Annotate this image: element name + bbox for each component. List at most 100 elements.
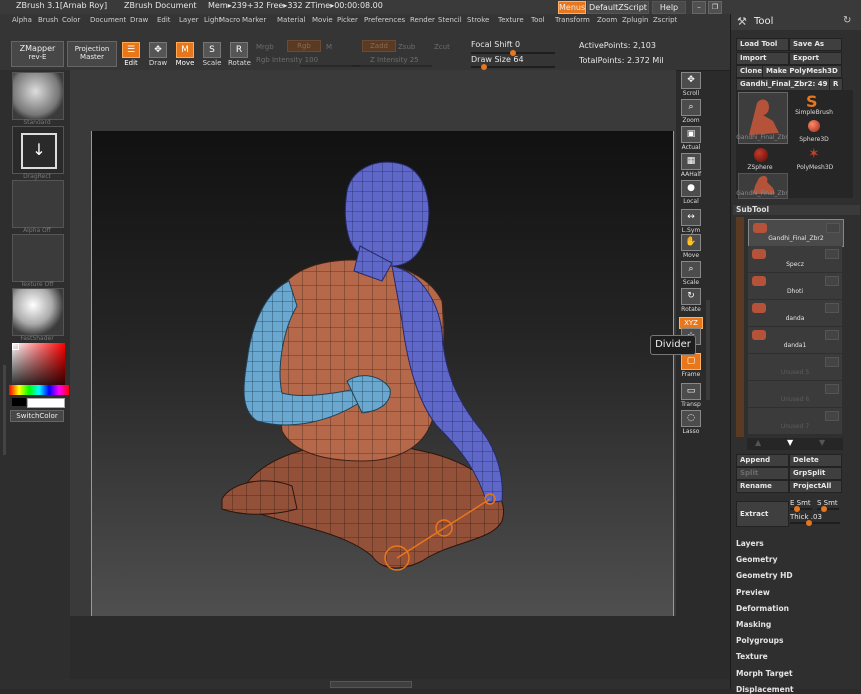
primary-color-swatch[interactable] (12, 398, 26, 406)
menu-color[interactable]: Color (62, 16, 80, 24)
polymesh3d-icon[interactable]: ✶ (808, 146, 820, 162)
scroll-button[interactable]: ✥ Scroll (679, 72, 703, 100)
zsub-toggle[interactable]: Zsub (398, 43, 415, 51)
alpha-thumbnail[interactable] (12, 180, 64, 228)
section-polygroups[interactable]: Polygroups (736, 636, 784, 645)
divider-handle[interactable] (706, 300, 710, 400)
subtool-row[interactable]: danda1 (748, 327, 842, 353)
xyz-button[interactable]: XYZ (679, 317, 703, 329)
thick-track[interactable] (790, 520, 840, 526)
subtool-row[interactable]: danda (748, 300, 842, 326)
s-smt-slider[interactable]: S Smt (817, 499, 838, 507)
menu-material[interactable]: Material (277, 16, 305, 24)
subtool-eye-icon[interactable] (825, 276, 839, 286)
menu-texture[interactable]: Texture (498, 16, 524, 24)
rotate-mode-button[interactable]: R Rotate (228, 42, 251, 68)
focal-shift-track[interactable] (471, 50, 555, 56)
section-morph-target[interactable]: Morph Target (736, 669, 793, 678)
subtool-eye-icon[interactable] (825, 411, 839, 421)
make-polymesh-button[interactable]: Make PolyMesh3D (762, 65, 842, 78)
projection-master-button[interactable]: Projection Master (67, 41, 117, 67)
section-geometry-hd[interactable]: Geometry HD (736, 571, 793, 580)
menu-stroke[interactable]: Stroke (467, 16, 489, 24)
zadd-toggle[interactable]: Zadd (362, 40, 396, 52)
subtool-eye-icon[interactable] (826, 223, 840, 233)
load-tool-button[interactable]: Load Tool (736, 38, 789, 51)
subtool-row[interactable]: Gandhi_Final_Zbr2 (748, 219, 844, 247)
grpsplit-button[interactable]: GrpSplit (789, 467, 842, 480)
scale-button[interactable]: ⌕ Scale (679, 261, 703, 289)
menu-transform[interactable]: Transform (555, 16, 590, 24)
section-geometry[interactable]: Geometry (736, 555, 777, 564)
default-zscript-button[interactable]: DefaultZScript (587, 1, 649, 14)
restore-icon[interactable]: ❐ (708, 1, 722, 14)
lasso-button[interactable]: ◌ Lasso (679, 410, 703, 438)
lsym-button[interactable]: ↔ L.Sym (679, 209, 703, 237)
menu-movie[interactable]: Movie (312, 16, 333, 24)
frame-button[interactable]: ▢ Frame (679, 353, 703, 381)
subtool-row[interactable]: Unused 6 (748, 381, 842, 407)
menu-alpha[interactable]: Alpha (12, 16, 32, 24)
projectall-button[interactable]: ProjectAll (789, 480, 842, 493)
subtool-eye-icon[interactable] (825, 384, 839, 394)
stroke-thumbnail[interactable]: ↓ (12, 126, 64, 174)
subtool-row[interactable]: Unused 5 (748, 354, 842, 380)
rename-button[interactable]: Rename (736, 480, 789, 493)
focal-shift-slider[interactable]: Focal Shift 0 (471, 40, 520, 49)
export-button[interactable]: Export (789, 52, 842, 65)
s-smt-knob[interactable] (821, 506, 827, 512)
subtool-up-icon[interactable]: ▲ (755, 438, 761, 447)
menu-preferences[interactable]: Preferences (364, 16, 405, 24)
draw-size-slider[interactable]: Draw Size 64 (471, 55, 524, 64)
menu-zplugin[interactable]: Zplugin (622, 16, 648, 24)
section-deformation[interactable]: Deformation (736, 604, 789, 613)
section-preview[interactable]: Preview (736, 588, 770, 597)
subtool-down-icon[interactable]: ▼ (787, 438, 793, 447)
menu-layer[interactable]: Layer (179, 16, 199, 24)
menu-draw[interactable]: Draw (130, 16, 148, 24)
color-picker[interactable] (9, 343, 69, 395)
z-intensity-slider[interactable]: Z Intensity 25 (370, 56, 419, 64)
draw-mode-button[interactable]: ✥ Draw (147, 42, 169, 68)
s-smt-track[interactable] (817, 506, 839, 512)
palette-refresh-icon[interactable]: ↻ (843, 15, 851, 26)
e-smt-track[interactable] (790, 506, 812, 512)
subtool-header[interactable]: SubTool (733, 205, 860, 215)
menu-stencil[interactable]: Stencil (438, 16, 462, 24)
menu-picker[interactable]: Picker (337, 16, 358, 24)
bottom-tray-handle[interactable] (330, 681, 412, 688)
hue-bar[interactable] (9, 385, 69, 395)
zcut-toggle[interactable]: Zcut (434, 43, 450, 51)
subtool-row[interactable]: Specz (748, 246, 842, 272)
move-mode-button[interactable]: M Move (174, 42, 196, 68)
aahalf-button[interactable]: ▦ AAHalf (679, 153, 703, 181)
help-button[interactable]: Help (652, 1, 686, 14)
clone-button[interactable]: Clone (736, 65, 765, 78)
rgb-toggle[interactable]: Rgb (287, 40, 321, 52)
subtool-scrollbar[interactable] (736, 217, 744, 437)
append-button[interactable]: Append (736, 454, 789, 467)
zsphere-icon[interactable] (754, 148, 768, 162)
section-displacement[interactable]: Displacement (736, 685, 794, 694)
section-masking[interactable]: Masking (736, 620, 771, 629)
edit-mode-button[interactable]: ☰ Edit (120, 42, 142, 68)
draw-size-track[interactable] (471, 64, 555, 70)
subtool-eye-icon[interactable] (825, 303, 839, 313)
extract-button[interactable]: Extract (736, 501, 789, 527)
zoom-button[interactable]: ⌕ Zoom (679, 99, 703, 127)
thick-slider[interactable]: Thick .03 (790, 513, 822, 521)
m-toggle[interactable]: M (326, 43, 332, 51)
menu-marker[interactable]: Marker (242, 16, 266, 24)
subtool-eye-icon[interactable] (825, 330, 839, 340)
switch-color-button[interactable]: SwitchColor (10, 410, 64, 422)
menu-zoom[interactable]: Zoom (597, 16, 617, 24)
scale-mode-button[interactable]: S Scale (201, 42, 223, 68)
menu-render[interactable]: Render (410, 16, 435, 24)
secondary-color-swatch[interactable] (27, 398, 65, 408)
split-button[interactable]: Split (736, 467, 789, 480)
subtool-row[interactable]: Dhoti (748, 273, 842, 299)
minimize-icon[interactable]: – (692, 1, 706, 14)
subtool-eye-icon[interactable] (825, 357, 839, 367)
import-button[interactable]: Import (736, 52, 789, 65)
menu-document[interactable]: Document (90, 16, 126, 24)
